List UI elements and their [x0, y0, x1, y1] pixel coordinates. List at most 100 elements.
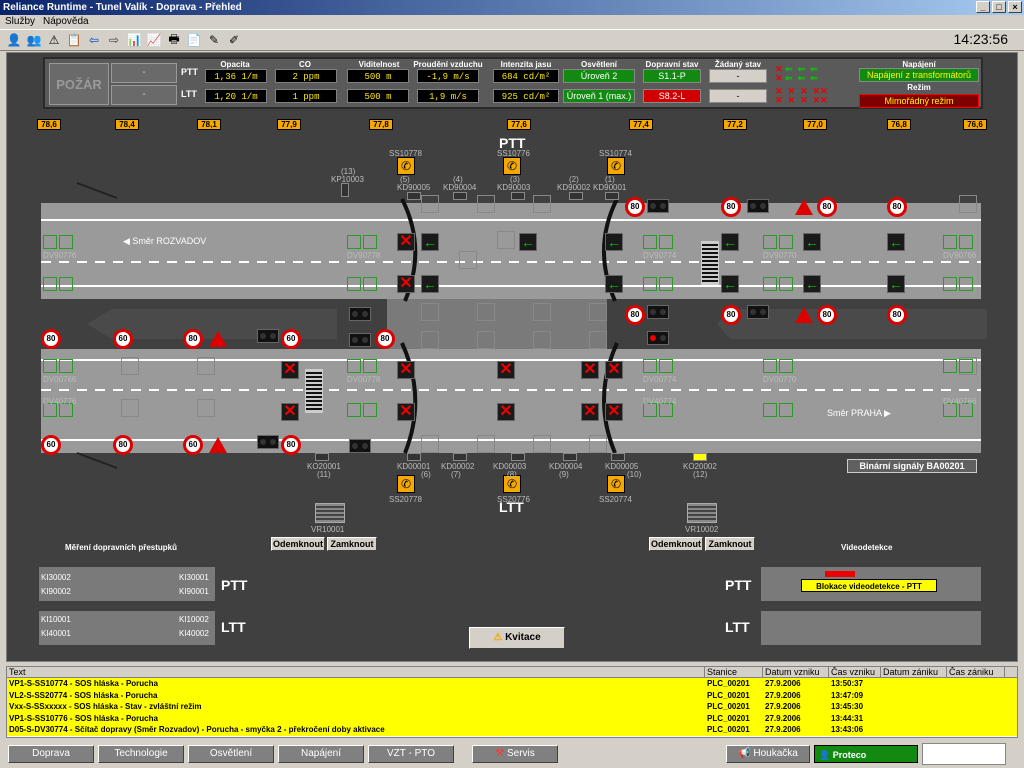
speed-limit-icon[interactable]: 80: [721, 305, 741, 325]
camera-icon[interactable]: [315, 453, 329, 461]
camera-icon[interactable]: [563, 453, 577, 461]
traffic-light-icon[interactable]: [747, 305, 769, 319]
event-row[interactable]: VP1-S-SS10774 - SOS hláska - Porucha PLC_…: [7, 678, 1017, 690]
chart-icon[interactable]: 📊: [126, 32, 142, 48]
lane-closed-icon[interactable]: ✕: [581, 361, 599, 379]
camera-icon[interactable]: [453, 453, 467, 461]
lock-button[interactable]: Zamknout: [705, 537, 755, 551]
lane-arrow-icon[interactable]: ←: [605, 275, 623, 293]
speed-limit-icon[interactable]: 80: [817, 197, 837, 217]
fan-grill[interactable]: [701, 241, 719, 285]
traffic-light-icon[interactable]: [349, 333, 371, 347]
sos-phone-icon[interactable]: ✆: [397, 475, 415, 493]
maximize-button[interactable]: □: [992, 1, 1006, 13]
menu-sluzby[interactable]: Služby: [5, 15, 35, 29]
traffic-light-icon[interactable]: [647, 199, 669, 213]
col-datum-vzniku[interactable]: Datum vzniku: [763, 667, 829, 677]
speed-limit-icon[interactable]: 80: [113, 435, 133, 455]
camera-icon[interactable]: [693, 453, 707, 461]
nav-napajeni[interactable]: Napájení: [278, 745, 364, 763]
edit-icon[interactable]: ✎: [206, 32, 222, 48]
warning-sign-icon[interactable]: [795, 199, 813, 215]
lane-arrow-icon[interactable]: ←: [721, 233, 739, 251]
lane-closed-icon[interactable]: ✕: [397, 361, 415, 379]
nav-houkacka[interactable]: 📢 Houkačka: [726, 745, 810, 763]
speed-limit-icon[interactable]: 80: [625, 197, 645, 217]
speed-limit-icon[interactable]: 80: [625, 305, 645, 325]
lane-arrow-icon[interactable]: ←: [421, 233, 439, 251]
col-cas-zaniku[interactable]: Čas zániku: [947, 667, 1005, 677]
nav-vzt[interactable]: VZT - PTO: [368, 745, 454, 763]
camera-icon[interactable]: [511, 192, 525, 200]
traffic-light-icon[interactable]: [747, 199, 769, 213]
lane-arrow-icon[interactable]: ←: [605, 233, 623, 251]
back-icon[interactable]: ⇦: [86, 32, 102, 48]
speed-limit-icon[interactable]: 60: [281, 329, 301, 349]
unlock-button[interactable]: Odemknout: [271, 537, 325, 551]
lane-arrow-icon[interactable]: ←: [803, 275, 821, 293]
settings-icon[interactable]: ✐: [226, 32, 242, 48]
report-icon[interactable]: 📋: [66, 32, 82, 48]
login-icon[interactable]: 👤: [6, 32, 22, 48]
lane-closed-icon[interactable]: ✕: [581, 403, 599, 421]
speed-limit-icon[interactable]: 80: [887, 305, 907, 325]
gate-icon[interactable]: [315, 503, 345, 523]
camera-icon[interactable]: [407, 192, 421, 200]
speed-limit-icon[interactable]: 80: [721, 197, 741, 217]
col-text[interactable]: Text: [7, 667, 705, 677]
nav-servis[interactable]: ⚒ Servis: [472, 745, 558, 763]
binary-signals-button[interactable]: Binární signály BA00201: [847, 459, 977, 473]
speed-limit-icon[interactable]: 80: [41, 329, 61, 349]
sos-phone-icon[interactable]: ✆: [503, 157, 521, 175]
lane-arrow-icon[interactable]: ←: [803, 233, 821, 251]
forward-icon[interactable]: ⇨: [106, 32, 122, 48]
col-stanice[interactable]: Stanice: [705, 667, 763, 677]
speed-limit-icon[interactable]: 60: [113, 329, 133, 349]
camera-icon[interactable]: [453, 192, 467, 200]
event-row[interactable]: D05-S-DV30774 - Sčítač dopravy (Směr Roz…: [7, 724, 1017, 736]
camera-icon[interactable]: [341, 183, 349, 197]
lane-closed-icon[interactable]: ✕: [397, 403, 415, 421]
traffic-light-icon[interactable]: [257, 329, 279, 343]
warning-sign-icon[interactable]: [795, 307, 813, 323]
lane-closed-icon[interactable]: ✕: [605, 361, 623, 379]
nav-doprava[interactable]: Doprava: [8, 745, 94, 763]
warning-sign-icon[interactable]: [209, 437, 227, 453]
event-row[interactable]: VP1-S-SS10776 - SOS hláska - Porucha PLC_…: [7, 712, 1017, 724]
menu-napoveda[interactable]: Nápověda: [43, 15, 89, 29]
camera-icon[interactable]: [605, 192, 619, 200]
speed-limit-icon[interactable]: 60: [41, 435, 61, 455]
warning-sign-icon[interactable]: [209, 331, 227, 347]
lane-arrow-icon[interactable]: ←: [721, 275, 739, 293]
logout-icon[interactable]: 👥: [26, 32, 42, 48]
gate-icon[interactable]: [687, 503, 717, 523]
traffic-light-icon[interactable]: [257, 435, 279, 449]
col-datum-zaniku[interactable]: Datum zániku: [881, 667, 947, 677]
sos-phone-icon[interactable]: ✆: [607, 157, 625, 175]
lane-closed-icon[interactable]: ✕: [605, 403, 623, 421]
fan-grill[interactable]: [305, 369, 323, 413]
lane-closed-icon[interactable]: ✕: [497, 361, 515, 379]
traffic-light-icon[interactable]: [349, 439, 371, 453]
trend-icon[interactable]: 📈: [146, 32, 162, 48]
unlock-button[interactable]: Odemknout: [649, 537, 703, 551]
acknowledge-button[interactable]: ⚠ Kvitace: [469, 627, 565, 649]
traffic-light-icon[interactable]: [647, 331, 669, 345]
lock-button[interactable]: Zamknout: [327, 537, 377, 551]
camera-icon[interactable]: [407, 453, 421, 461]
event-row[interactable]: Vxx-S-SSxxxxx - SOS hláska - Stav - zvlá…: [7, 701, 1017, 713]
print-icon[interactable]: 🖶: [166, 32, 182, 48]
speed-limit-icon[interactable]: 80: [887, 197, 907, 217]
nav-osvetleni[interactable]: Osvětlení: [188, 745, 274, 763]
camera-icon[interactable]: [569, 192, 583, 200]
camera-icon[interactable]: [611, 453, 625, 461]
lane-closed-icon[interactable]: ✕: [281, 361, 299, 379]
alarm-icon[interactable]: ⚠: [46, 32, 62, 48]
speed-limit-icon[interactable]: 80: [375, 329, 395, 349]
close-button[interactable]: ×: [1008, 1, 1022, 13]
export-icon[interactable]: 📄: [186, 32, 202, 48]
lane-arrow-icon[interactable]: ←: [887, 275, 905, 293]
speed-limit-icon[interactable]: 80: [183, 329, 203, 349]
event-row[interactable]: VL2-S-SS20774 - SOS hláska - Porucha PLC_…: [7, 689, 1017, 701]
sos-phone-icon[interactable]: ✆: [607, 475, 625, 493]
